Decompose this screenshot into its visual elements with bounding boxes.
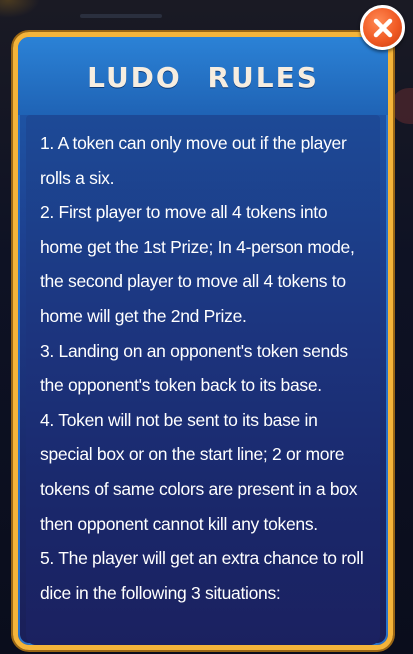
rules-dialog: LUDO RULES 1. A token can only move out … [13,32,393,650]
background-side-element [391,88,413,124]
rules-list: 1. A token can only move out if the play… [40,126,374,610]
close-icon [373,18,392,37]
background-decoration [0,0,40,18]
background-bar [80,14,162,18]
rule-item: 4. Token will not be sent to its base in… [40,409,358,534]
rule-item: 1. A token can only move out if the play… [40,133,347,188]
close-button[interactable] [360,5,405,50]
dialog-title: LUDO RULES [87,61,319,94]
rule-item: 5. The player will get an extra chance t… [40,548,364,603]
dialog-header: LUDO RULES [18,37,388,115]
rule-item: 2. First player to move all 4 tokens int… [40,202,355,326]
rule-item: 3. Landing on an opponent's token sends … [40,340,348,396]
rules-content[interactable]: 1. A token can only move out if the play… [26,115,380,645]
